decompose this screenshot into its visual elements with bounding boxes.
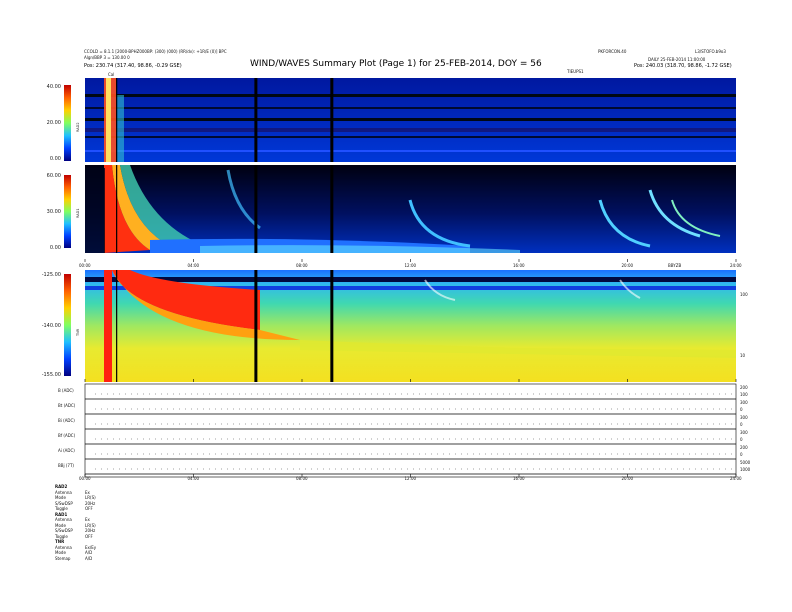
data-gap-2-panel-1 <box>330 165 334 253</box>
footer-tnr-row-0: Antenna Ex/Ey <box>55 544 96 550</box>
footer-rad2-row-3: Toggle OFF <box>55 506 93 511</box>
time-label-0-3: 12:00 <box>404 263 417 268</box>
param-tick-4-0: 200 <box>740 445 748 450</box>
footer-rad2-value-0: Ex <box>85 489 90 495</box>
time-label-1-5: 20:00 <box>621 476 634 481</box>
footer-rad2-key-0: Antenna <box>55 489 72 495</box>
time-label-1-0: 00:00 <box>79 476 91 481</box>
data-gap-0-panel-2 <box>116 270 118 382</box>
param-tick-2-0: 300 <box>740 415 748 420</box>
footer-rad1-key-0: Antenna <box>55 517 72 522</box>
footer-rad1-row-1: Mode LR(S) <box>55 522 96 528</box>
footer-rad2-value-1: LR(S) <box>85 495 96 500</box>
footer-tnr-value-2: A/D <box>85 555 93 561</box>
time-label-0-6: 24:00 <box>730 263 742 268</box>
footer-rad2-title: RAD2 <box>55 484 68 489</box>
param-tick-1-0: 300 <box>740 400 748 405</box>
time-label-0-1: 04:00 <box>187 263 200 268</box>
param-label-3: Bf (ADC) <box>58 433 76 438</box>
footer-tnr-key-2: Stemap <box>55 555 71 561</box>
data-gap-1-panel-2 <box>254 270 258 382</box>
data-gap-0-panel-1 <box>116 165 118 253</box>
param-tick-4-1: 0 <box>740 452 743 457</box>
data-gap-2-panel-2 <box>330 270 334 382</box>
footer-rad1-row-2: S/SwDSP 20Hz <box>55 528 95 533</box>
footer-rad2-row-2: S/SwDSP 20Hz <box>55 500 95 506</box>
footer-rad1-value-1: LR(S) <box>85 522 96 528</box>
footer-rad2-value-2: 20Hz <box>85 500 96 506</box>
footer-rad1-value-2: 20Hz <box>85 528 96 533</box>
param-tick-5-0: 5000 <box>740 460 751 465</box>
footer-tnr-title: TNR <box>55 539 65 544</box>
data-gap-0-panel-0 <box>116 78 118 162</box>
footer-rad1-key-1: Mode <box>55 522 66 528</box>
footer-rad1-key-2: S/SwDSP <box>55 528 73 533</box>
footer-rad2-key-1: Mode <box>55 495 66 500</box>
param-tick-0-0: 200 <box>740 385 748 390</box>
footer-tnr-value-1: A/D <box>85 550 93 555</box>
footer-rad1-key-3: Toggle <box>55 533 68 539</box>
footer-rad2-value-3: OFF <box>85 506 93 511</box>
param-label-4: Ai (ADC) <box>58 448 75 453</box>
time-label-1-6: 24:00 <box>730 476 742 481</box>
data-gap-1-panel-0 <box>254 78 258 162</box>
footer-tnr-value-0: Ex/Ey <box>85 544 97 550</box>
time-label-0-2: 08:00 <box>296 263 308 268</box>
time-label-1-4: 16:00 <box>513 476 525 481</box>
param-label-5: BBj (7T) <box>58 463 74 468</box>
param-label-1: Bt (ADC) <box>58 403 76 408</box>
tnr-spectrogram <box>85 270 736 382</box>
time-label-0-0: 00:00 <box>79 263 91 268</box>
footer-rad2-key-2: S/SwDSP <box>55 500 73 506</box>
param-label-0: B (ADC) <box>58 388 74 393</box>
time-label-0-4: 16:00 <box>513 263 525 268</box>
footer-tnr-key-1: Mode <box>55 550 66 555</box>
footer-tnr-key-0: Antenna <box>55 544 72 550</box>
params-panel <box>84 383 737 478</box>
param-tick-2-1: 0 <box>740 422 743 427</box>
tnr-right-tick-0: 100 <box>740 292 748 297</box>
footer-rad1-title: RAD1 <box>55 511 68 517</box>
time-label-1-3: 12:00 <box>404 476 417 481</box>
rad1-spectrogram <box>85 165 736 253</box>
footer-rad2-row-1: Mode LR(S) <box>55 495 96 500</box>
footer-tnr-row-1: Mode A/D <box>55 550 92 555</box>
footer-rad1-value-3: OFF <box>85 533 93 539</box>
spectrogram-plot <box>84 78 737 478</box>
footer-rad1-row-3: Toggle OFF <box>55 533 93 539</box>
footer-rad2-key-3: Toggle <box>55 506 68 511</box>
param-tick-3-0: 300 <box>740 430 748 435</box>
footer-rad2-row-0: Antenna Ex <box>55 489 90 495</box>
footer-tnr-row-2: Stemap A/D <box>55 555 92 561</box>
param-tick-3-1: 0 <box>740 437 743 442</box>
footer-rad1-row-0: Antenna Ex <box>55 517 90 522</box>
time-label-1-1: 04:00 <box>187 476 200 481</box>
param-tick-0-1: 100 <box>740 392 748 397</box>
footer-rad1-value-0: Ex <box>85 517 90 522</box>
param-label-2: Bi (ADC) <box>58 418 75 423</box>
rad2-spectrogram <box>85 78 736 162</box>
tnr-right-tick-1: 10 <box>740 353 746 358</box>
time-label-0-5: 20:00 <box>621 263 634 268</box>
data-gap-2-panel-0 <box>330 78 334 162</box>
data-gap-1-panel-1 <box>254 165 258 253</box>
tnr-right-title: BBYZB <box>668 263 682 268</box>
param-tick-5-1: 1000 <box>740 467 751 472</box>
params-frame <box>84 383 737 478</box>
time-label-1-2: 08:00 <box>296 476 308 481</box>
param-tick-1-1: 0 <box>740 407 743 412</box>
